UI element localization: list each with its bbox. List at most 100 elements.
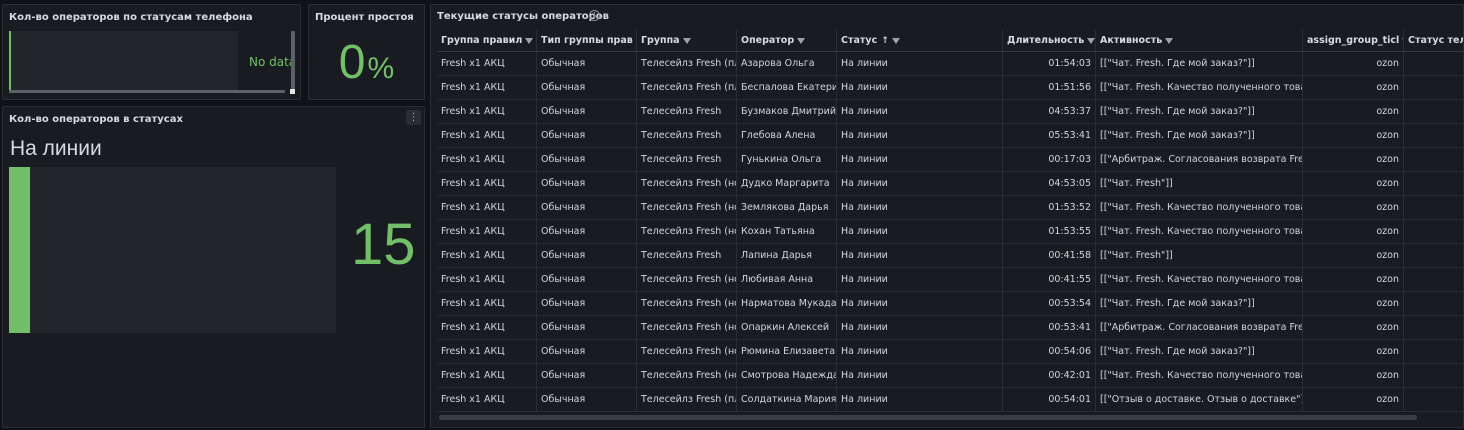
column-header[interactable]: Длительность <box>1003 30 1096 51</box>
table-row[interactable]: Fresh x1 АКЦ Обычная Телесейлз Fresh Бузмак… <box>437 100 1463 124</box>
table-row[interactable]: Fresh x1 АКЦ Обычная Телесейлз Fresh (но Оп… <box>437 316 1463 340</box>
table-cell <box>1404 244 1463 267</box>
column-header[interactable]: Активность <box>1096 30 1303 51</box>
table-cell: Обычная <box>537 100 637 123</box>
table-cell: На линии <box>837 172 1003 195</box>
table-cell: На линии <box>837 52 1003 75</box>
column-header[interactable]: Статус теле <box>1404 30 1463 51</box>
column-header[interactable]: Статус ↑ <box>837 30 1003 51</box>
table-cell: 01:51:56 <box>1003 76 1096 99</box>
table-cell: Телесейлз Fresh (но <box>637 316 737 339</box>
panel-title[interactable]: Текущие статусы операторов <box>437 11 609 22</box>
table-cell: На линии <box>837 220 1003 243</box>
table-cell: 04:53:05 <box>1003 172 1096 195</box>
table-cell: ozon <box>1303 316 1404 339</box>
table-row[interactable]: Fresh x1 АКЦ Обычная Телесейлз Fresh Лапина… <box>437 244 1463 268</box>
sort-ascending-icon[interactable]: ↑ <box>881 31 889 51</box>
table-cell: Опаркин Алексей <box>737 316 837 339</box>
column-header[interactable]: Тип группы прав <box>537 30 637 51</box>
table-cell: Кохан Татьяна <box>737 220 837 243</box>
table-cell: 00:41:58 <box>1003 244 1096 267</box>
panel-title[interactable]: Кол-во операторов по статусам телефона <box>9 12 253 23</box>
table-cell <box>1404 316 1463 339</box>
table-row[interactable]: Fresh x1 АКЦ Обычная Телесейлз Fresh (пл Аз… <box>437 52 1463 76</box>
table-cell: [["Чат. Fresh. Качество полученного това… <box>1096 196 1303 219</box>
table-cell: ozon <box>1303 76 1404 99</box>
table-row[interactable]: Fresh x1 АКЦ Обычная Телесейлз Fresh (но Зе… <box>437 196 1463 220</box>
table-cell: 00:41:55 <box>1003 268 1096 291</box>
table-cell: [["Чат. Fresh. Где мой заказ?"]] <box>1096 52 1303 75</box>
table-row[interactable]: Fresh x1 АКЦ Обычная Телесейлз Fresh (но См… <box>437 364 1463 388</box>
table-cell: Fresh x1 АКЦ <box>437 100 537 123</box>
table-cell: ozon <box>1303 124 1404 147</box>
table-cell: Обычная <box>537 148 637 171</box>
table-body: Fresh x1 АКЦ Обычная Телесейлз Fresh (пл Аз… <box>437 52 1463 412</box>
table-cell <box>1404 388 1463 411</box>
stat-value: 0% <box>309 35 424 90</box>
horizontal-scrollbar[interactable] <box>439 415 1417 420</box>
table-cell: Обычная <box>537 388 637 411</box>
filter-icon[interactable] <box>1087 38 1095 44</box>
table-cell: Обычная <box>537 196 637 219</box>
bar-gauge-track <box>9 167 336 333</box>
table-cell: Обычная <box>537 340 637 363</box>
table-cell: На линии <box>837 268 1003 291</box>
table-cell: Обычная <box>537 220 637 243</box>
filter-icon[interactable] <box>682 38 691 44</box>
table-cell: ozon <box>1303 172 1404 195</box>
table-cell: Fresh x1 АКЦ <box>437 148 537 171</box>
panel-title[interactable]: Кол-во операторов в статусах <box>9 114 183 125</box>
table-cell <box>1404 268 1463 291</box>
table-cell: Лапина Дарья <box>737 244 837 267</box>
table-cell: 00:53:41 <box>1003 316 1096 339</box>
filter-icon[interactable] <box>1165 38 1174 44</box>
table-cell <box>1404 100 1463 123</box>
table-cell: [["Отзыв о доставке. Отзыв о доставке"]] <box>1096 388 1303 411</box>
table-cell: Fresh x1 АКЦ <box>437 124 537 147</box>
table-row[interactable]: Fresh x1 АКЦ Обычная Телесейлз Fresh (пл Со… <box>437 388 1463 412</box>
horizontal-scrollbar[interactable] <box>9 90 285 93</box>
panel-title[interactable]: Процент простоя <box>315 12 414 23</box>
column-header[interactable]: Оператор <box>737 30 837 51</box>
filter-icon[interactable] <box>891 38 900 44</box>
table-row[interactable]: Fresh x1 АКЦ Обычная Телесейлз Fresh (но На… <box>437 292 1463 316</box>
table-cell: На линии <box>837 364 1003 387</box>
table-cell: Fresh x1 АКЦ <box>437 52 537 75</box>
table-cell: Телесейлз Fresh (но <box>637 220 737 243</box>
table-cell: На линии <box>837 244 1003 267</box>
vertical-scrollbar[interactable] <box>291 31 295 89</box>
table-row[interactable]: Fresh x1 АКЦ Обычная Телесейлз Fresh (пл Бе… <box>437 76 1463 100</box>
table-row[interactable]: Fresh x1 АКЦ Обычная Телесейлз Fresh (но Рю… <box>437 340 1463 364</box>
filter-icon[interactable] <box>525 38 534 44</box>
table-cell: ozon <box>1303 268 1404 291</box>
table-cell: Обычная <box>537 364 637 387</box>
table-cell: [["Чат. Fresh. Где мой заказ?"]] <box>1096 100 1303 123</box>
stat-number: 0 <box>338 36 366 89</box>
table-row[interactable]: Fresh x1 АКЦ Обычная Телесейлз Fresh (но Ко… <box>437 220 1463 244</box>
table-cell: Телесейлз Fresh (но <box>637 268 737 291</box>
table-row[interactable]: Fresh x1 АКЦ Обычная Телесейлз Fresh Глебов… <box>437 124 1463 148</box>
table-cell: ozon <box>1303 220 1404 243</box>
table-cell: ozon <box>1303 388 1404 411</box>
table-cell: Обычная <box>537 124 637 147</box>
table-row[interactable]: Fresh x1 АКЦ Обычная Телесейлз Fresh (но Ду… <box>437 172 1463 196</box>
table-cell: Fresh x1 АКЦ <box>437 364 537 387</box>
column-header[interactable]: assign_group_ticl <box>1303 30 1404 51</box>
table-cell: 05:53:41 <box>1003 124 1096 147</box>
filter-icon[interactable] <box>797 38 806 44</box>
column-header[interactable]: Группа правил <box>437 30 537 51</box>
column-header[interactable]: Группа <box>637 30 737 51</box>
panel-operators-in-statuses: Кол-во операторов в статусах ⋮ На линии … <box>2 106 425 428</box>
table-cell: На линии <box>837 100 1003 123</box>
info-icon[interactable]: i <box>589 10 600 21</box>
table-cell: [["Чат. Fresh. Качество полученного това… <box>1096 220 1303 243</box>
table-cell: Телесейлз Fresh (но <box>637 172 737 195</box>
table-cell: [["Чат. Fresh. Качество полученного това… <box>1096 268 1303 291</box>
panel-menu-icon[interactable]: ⋮ <box>406 110 421 125</box>
table-row[interactable]: Fresh x1 АКЦ Обычная Телесейлз Fresh (но Лю… <box>437 268 1463 292</box>
table-cell: Бузмаков Дмитрий <box>737 100 837 123</box>
table-cell: Телесейлз Fresh (пл <box>637 76 737 99</box>
table-cell: Телесейлз Fresh (но <box>637 292 737 315</box>
table-cell: 00:42:01 <box>1003 364 1096 387</box>
table-row[interactable]: Fresh x1 АКЦ Обычная Телесейлз Fresh Гуньки… <box>437 148 1463 172</box>
